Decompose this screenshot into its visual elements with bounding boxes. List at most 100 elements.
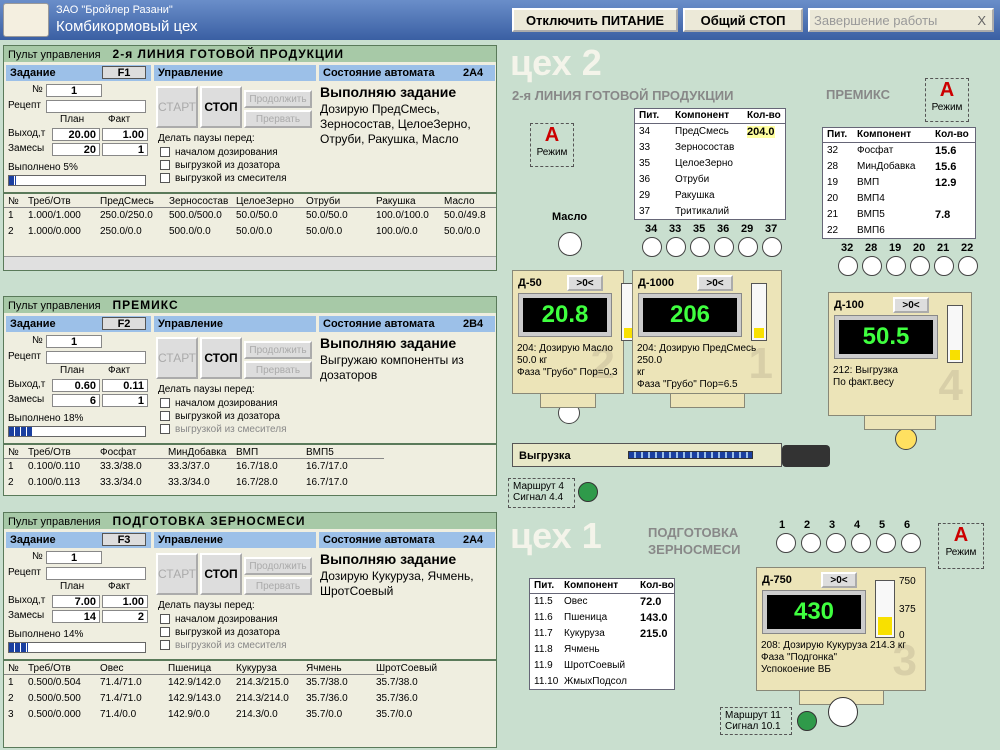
progress-label: Выполнено 14% bbox=[8, 629, 84, 640]
shop2-line-label: 2-я ЛИНИЯ ГОТОВОЙ ПРОДУКЦИИ bbox=[512, 88, 734, 103]
continue-button[interactable]: Продолжить bbox=[244, 341, 312, 359]
signal-lamp-shop1 bbox=[797, 711, 817, 731]
table-cell: 50.0/49.8 bbox=[444, 210, 486, 221]
task-code[interactable]: F2 bbox=[102, 317, 146, 330]
stop-button[interactable]: СТОП bbox=[200, 553, 242, 595]
continue-button[interactable]: Продолжить bbox=[244, 90, 312, 108]
weight-display: 430 bbox=[767, 595, 861, 629]
continue-button[interactable]: Продолжить bbox=[244, 557, 312, 575]
pause-mixer-checkbox[interactable]: выгрузкой из смесителя bbox=[160, 424, 296, 435]
hopper-funnel bbox=[669, 394, 745, 408]
table-cell: 16.7/18.0 bbox=[236, 461, 278, 472]
progress-label: Выполнено 5% bbox=[8, 162, 78, 173]
company-logo bbox=[3, 3, 49, 37]
table-cell: 214.3/215.0 bbox=[236, 677, 289, 688]
task-number-field[interactable]: 1 bbox=[46, 335, 102, 348]
mode-button-line2[interactable]: A Режим bbox=[530, 123, 574, 167]
pause-dosator-checkbox[interactable]: выгрузкой из дозатора bbox=[160, 160, 296, 171]
plan-output-field[interactable]: 7.00 bbox=[52, 595, 100, 608]
plan-batches-field[interactable]: 14 bbox=[52, 610, 100, 623]
mode-button-shop1[interactable]: A Режим bbox=[938, 523, 984, 569]
tare-reset-button[interactable]: >0< bbox=[567, 275, 603, 291]
table-cell: 142.9/143.0 bbox=[168, 693, 221, 704]
table-cell: 100.0/0.0 bbox=[376, 226, 418, 237]
plan-batches-field[interactable]: 6 bbox=[52, 394, 100, 407]
table-cell: 16.7/17.0 bbox=[306, 477, 348, 488]
table-cell: 0.500/0.000 bbox=[28, 709, 81, 720]
mode-icon: A bbox=[544, 124, 560, 146]
table-cell: 50.0/0.0 bbox=[306, 226, 343, 237]
tare-reset-button[interactable]: >0< bbox=[893, 297, 929, 313]
table-cell: 0.100/0.110 bbox=[28, 461, 81, 472]
end-work-button[interactable]: Завершение работы X bbox=[808, 8, 994, 32]
automat-description: Выгружаю компоненты из дозаторов bbox=[320, 353, 464, 382]
table-cell: 16.7/28.0 bbox=[236, 477, 278, 488]
abort-button[interactable]: Прервать bbox=[244, 361, 312, 379]
abort-button[interactable]: Прервать bbox=[244, 577, 312, 595]
tare-reset-button[interactable]: >0< bbox=[697, 275, 733, 291]
state-header: Состояние автомата 2В4 bbox=[319, 316, 495, 332]
pause-mixer-checkbox[interactable]: выгрузкой из смесителя bbox=[160, 640, 296, 651]
table-cell: 50.0/0.0 bbox=[236, 226, 273, 237]
stop-button[interactable]: СТОП bbox=[200, 86, 242, 128]
start-button[interactable]: СТАРТ bbox=[156, 553, 198, 595]
power-off-button[interactable]: Отключить ПИТАНИЕ bbox=[512, 8, 678, 32]
horizontal-scrollbar[interactable] bbox=[4, 256, 496, 270]
signal-lamp-shop2 bbox=[578, 482, 598, 502]
pause-dosator-checkbox[interactable]: выгрузкой из дозатора bbox=[160, 627, 296, 638]
table-cell: 16.7/17.0 bbox=[306, 461, 348, 472]
control-panel-p2: Пульт управления ПРЕМИКС Задание F2 № 1 Ре… bbox=[3, 296, 497, 444]
task-header: Задание F1 bbox=[6, 65, 151, 81]
org-name: ЗАО "Бройлер Разани" bbox=[56, 4, 173, 16]
conveyor-motor bbox=[782, 445, 830, 467]
table-cell: 3 bbox=[8, 709, 14, 720]
dosator-gate-icon bbox=[801, 533, 821, 553]
recipe-field[interactable] bbox=[46, 567, 146, 580]
task-number-field[interactable]: 1 bbox=[46, 551, 102, 564]
component-table-premix: Пит. Компонент Кол-во 32 Фосфат 15.6 28 МинДоба… bbox=[822, 127, 976, 239]
table-cell: 1 bbox=[8, 461, 14, 472]
start-button[interactable]: СТАРТ bbox=[156, 337, 198, 379]
general-stop-button[interactable]: Общий СТОП bbox=[683, 8, 803, 32]
table-cell: 71.4/71.0 bbox=[100, 677, 142, 688]
pause-start-checkbox[interactable]: началом дозирования bbox=[160, 147, 296, 158]
recipe-field[interactable] bbox=[46, 100, 146, 113]
plan-output-field[interactable]: 20.00 bbox=[52, 128, 100, 141]
dosator-gate-icon bbox=[886, 256, 906, 276]
route-box-shop2: Маршрут 4 Сигнал 4.4 bbox=[508, 478, 575, 508]
control-panel-p1: Пульт управления 2-я ЛИНИЯ ГОТОВОЙ ПРОДУК… bbox=[3, 45, 497, 193]
dosator-gate-icon bbox=[738, 237, 758, 257]
plan-output-field[interactable]: 0.60 bbox=[52, 379, 100, 392]
table-cell: 142.9/0.0 bbox=[168, 709, 210, 720]
fact-batches-field: 1 bbox=[102, 394, 148, 407]
stop-button[interactable]: СТОП bbox=[200, 337, 242, 379]
pause-mixer-checkbox[interactable]: выгрузкой из смесителя bbox=[160, 173, 296, 184]
start-button[interactable]: СТАРТ bbox=[156, 86, 198, 128]
task-code[interactable]: F1 bbox=[102, 66, 146, 79]
recipe-field[interactable] bbox=[46, 351, 146, 364]
dosator-gate-icon bbox=[642, 237, 662, 257]
fact-batches-field: 1 bbox=[102, 143, 148, 156]
table-cell: 71.4/0.0 bbox=[100, 709, 137, 720]
table-cell: 142.9/142.0 bbox=[168, 677, 221, 688]
pause-start-checkbox[interactable]: началом дозирования bbox=[160, 614, 296, 625]
dosator-d100: 4 Д-100 >0< 50.5 212: Выгрузка По факт.весу bbox=[828, 292, 972, 416]
abort-button[interactable]: Прервать bbox=[244, 110, 312, 128]
pause-dosator-checkbox[interactable]: выгрузкой из дозатора bbox=[160, 411, 296, 422]
table-cell: 0.500/0.504 bbox=[28, 677, 81, 688]
mode-button-premix[interactable]: A Режим bbox=[925, 78, 969, 122]
mode-icon: A bbox=[939, 79, 955, 101]
task-number-field[interactable]: 1 bbox=[46, 84, 102, 97]
table-cell: 35.7/38.0 bbox=[306, 677, 348, 688]
plan-batches-field[interactable]: 20 bbox=[52, 143, 100, 156]
control-panel-p3: Пульт управления ПОДГОТОВКА ЗЕРНОСМЕСИ За… bbox=[3, 512, 497, 660]
hopper-funnel bbox=[864, 416, 936, 430]
oil-valve-icon bbox=[558, 232, 582, 256]
pause-start-checkbox[interactable]: началом дозирования bbox=[160, 398, 296, 409]
table-cell: 250.0/250.0 bbox=[100, 210, 153, 221]
table-cell: 35.7/36.0 bbox=[376, 693, 418, 704]
table-cell: 35.7/38.0 bbox=[376, 677, 418, 688]
table-cell: 250.0/0.0 bbox=[100, 226, 142, 237]
task-code[interactable]: F3 bbox=[102, 533, 146, 546]
tare-reset-button[interactable]: >0< bbox=[821, 572, 857, 588]
